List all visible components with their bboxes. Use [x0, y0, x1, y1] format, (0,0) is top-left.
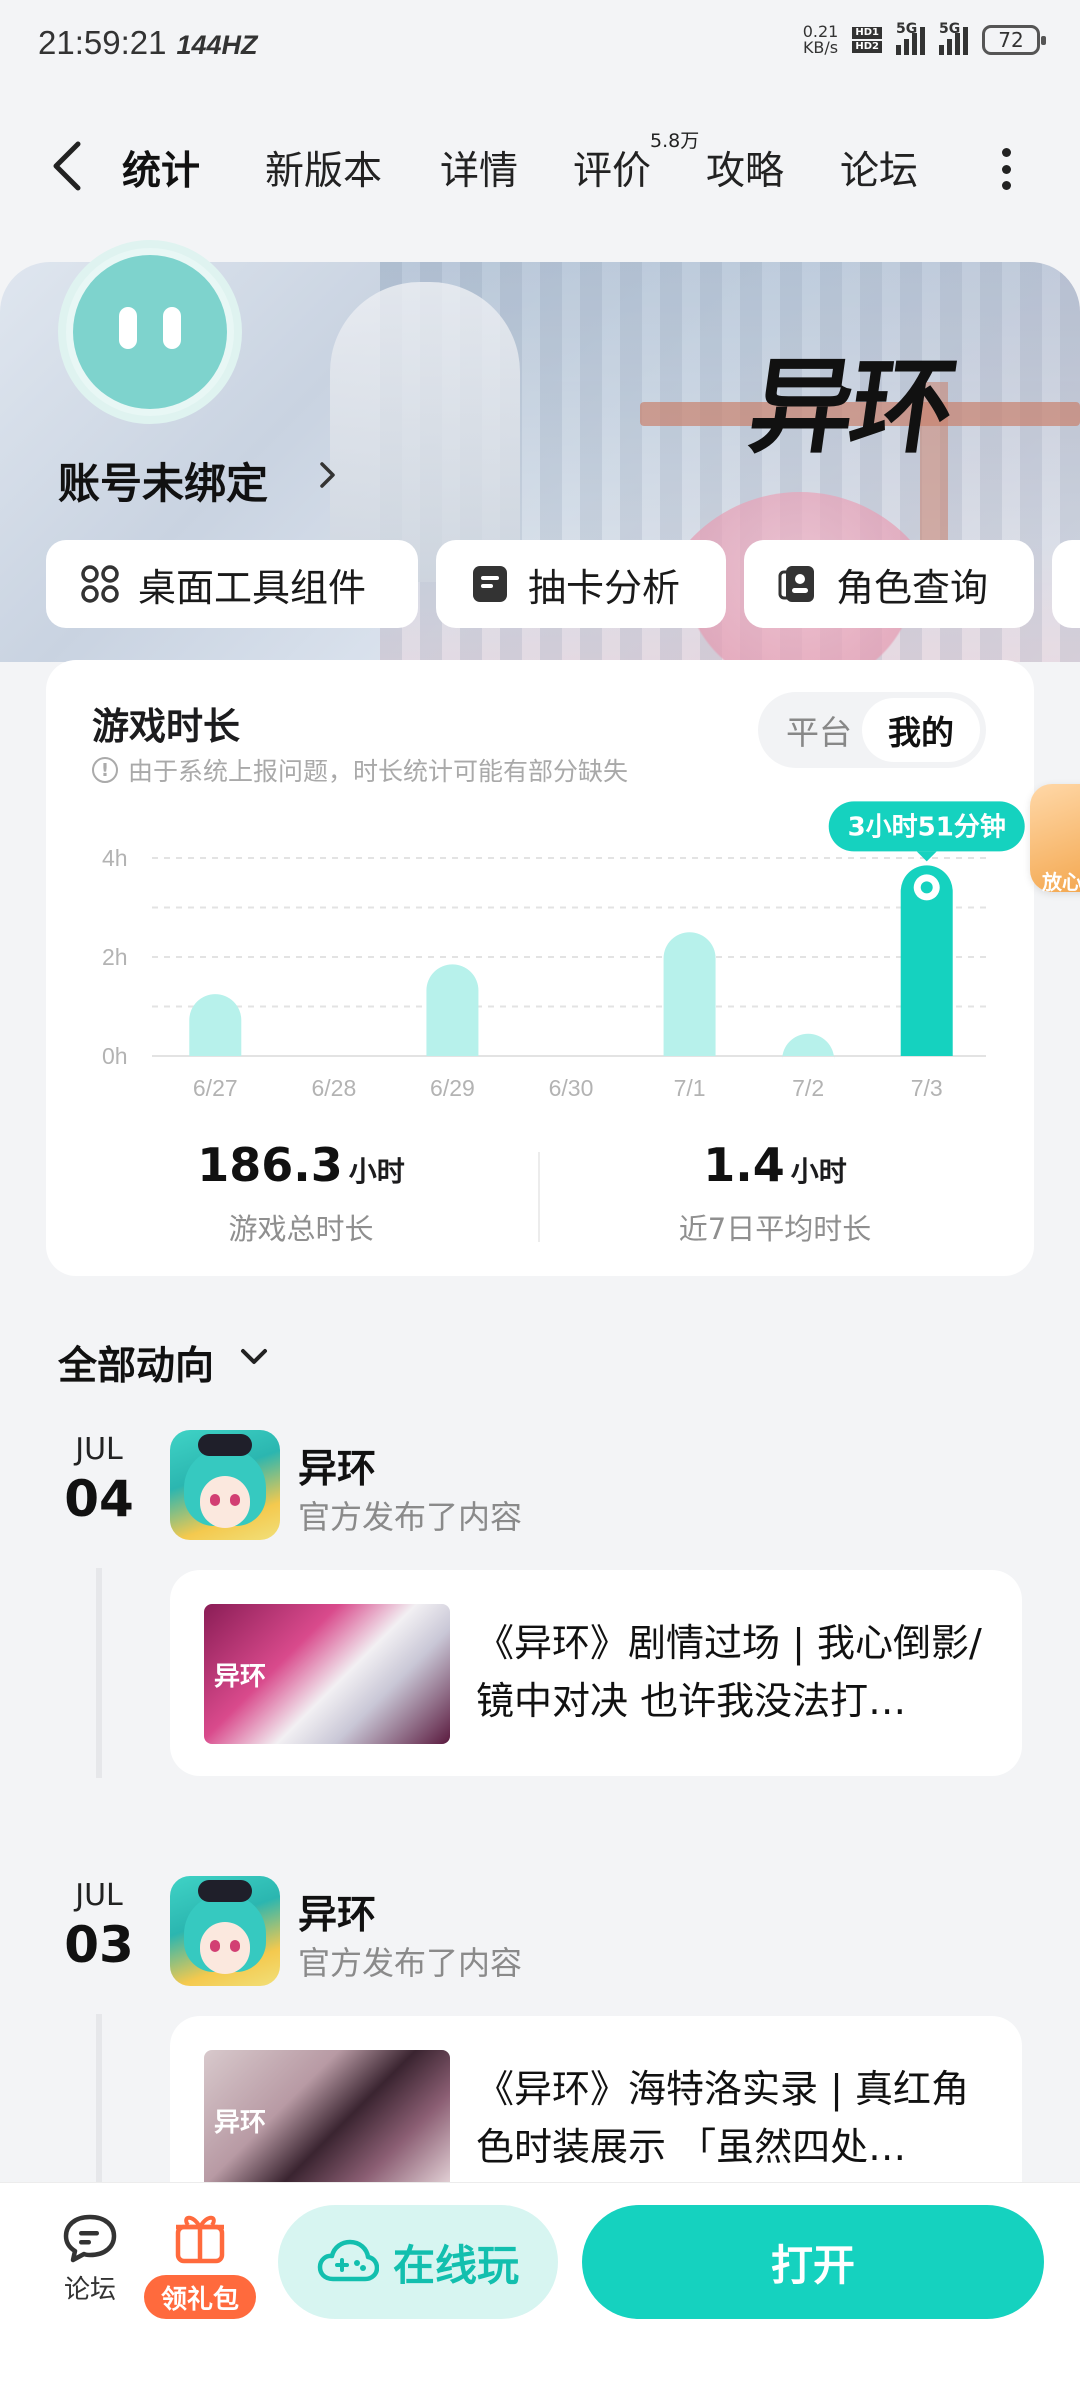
cloud-gamepad-icon	[317, 2239, 379, 2282]
x-tick-label: 6/30	[549, 1075, 594, 1101]
timeline-line	[96, 1568, 102, 1778]
reviews-count-badge: 5.8万	[650, 130, 700, 152]
y-tick-label: 0h	[102, 1043, 128, 1069]
open-game-button[interactable]: 打开	[582, 2205, 1044, 2319]
playtime-chart: 0h 2h 4h 6/27 6/28 6/29 6/30 7/1 7/2 7/3 3小时51分钟	[102, 801, 1025, 1101]
tab-stats[interactable]: 统计	[119, 140, 203, 198]
chart-bar	[189, 994, 242, 1056]
game-icon[interactable]	[170, 1876, 280, 1986]
hd-icon: HD1 HD2	[852, 27, 882, 53]
refresh-rate: 144HZ	[176, 30, 258, 60]
claim-gift-button[interactable]: 领礼包	[144, 2275, 256, 2319]
more-tools-card[interactable]	[1052, 540, 1080, 628]
status-time: 21:59:21 144HZ	[38, 24, 258, 61]
x-tick-label: 7/2	[792, 1075, 824, 1101]
game-name[interactable]: 异环	[298, 1884, 376, 1940]
chevron-right-icon[interactable]	[318, 458, 338, 492]
game-logo: 异环	[742, 345, 960, 468]
y-tick-label: 2h	[102, 944, 128, 970]
playtime-card: 游戏时长 ! 由于系统上报问题，时长统计可能有部分缺失 平台 我的 0h 2h 4h 6…	[46, 660, 1034, 1276]
feed-month: JUL	[75, 1878, 123, 1913]
cloud-play-button[interactable]: 在线玩	[278, 2205, 558, 2319]
x-tick-label: 6/27	[193, 1075, 238, 1101]
x-tick-label: 7/3	[911, 1075, 943, 1101]
post-title: 《异环》剧情过场 | 我心倒影/镜中对决 也许我没法打…	[476, 1621, 982, 1723]
document-icon	[473, 566, 507, 602]
floating-side-widget[interactable]: 放心	[1030, 784, 1080, 894]
forum-button[interactable]: 论坛	[50, 2211, 130, 2306]
feed-action: 官方发布了内容	[298, 1944, 523, 1982]
feed-action: 官方发布了内容	[298, 1498, 523, 1536]
character-lookup-button[interactable]: 角色查询	[744, 540, 1034, 628]
avatar[interactable]	[58, 240, 242, 424]
chart-tooltip-text: 3小时51分钟	[848, 811, 1006, 842]
tool-label: 角色查询	[836, 565, 989, 610]
x-tick-label: 6/29	[430, 1075, 475, 1101]
feed-month: JUL	[75, 1432, 123, 1467]
signal-icon-2: 5G	[939, 21, 968, 55]
game-name[interactable]: 异环	[298, 1438, 376, 1494]
x-tick-label: 6/28	[311, 1075, 356, 1101]
feed-day: 04	[64, 1470, 134, 1528]
widgets-icon	[81, 565, 119, 603]
chart-bar	[426, 964, 479, 1056]
chevron-down-icon[interactable]	[238, 1344, 270, 1370]
more-menu-icon[interactable]	[1000, 148, 1012, 190]
chart-bar	[663, 932, 716, 1056]
desktop-widget-button[interactable]: 桌面工具组件	[46, 540, 418, 628]
timeline-line	[96, 2014, 102, 2194]
network-speed: 0.21 KB/s	[802, 22, 839, 57]
avg-playtime: 1.4 小时 近7日平均时长	[678, 1138, 872, 1246]
feed-filter[interactable]: 全部动向	[58, 1335, 214, 1391]
banner-character	[330, 282, 520, 582]
chat-bubble-icon	[63, 2214, 117, 2263]
signal-icon: 5G	[896, 21, 925, 55]
id-card-icon	[778, 566, 814, 602]
y-tick-label: 4h	[102, 845, 128, 871]
post-title: 《异环》海特洛实录 | 真红角色时装展示 「虽然四处…	[476, 2067, 969, 2169]
tab-reviews[interactable]: 评价	[573, 140, 651, 196]
tab-guides[interactable]: 攻略	[706, 140, 784, 196]
back-arrow-icon[interactable]	[44, 136, 94, 196]
battery-icon: 72	[982, 25, 1046, 55]
bar-marker-dot	[920, 881, 933, 894]
total-playtime: 186.3 小时 游戏总时长	[197, 1138, 405, 1246]
tab-new-version[interactable]: 新版本	[265, 140, 382, 196]
top-nav: 统计 新版本 详情 评价 5.8万 攻略 论坛	[0, 110, 1080, 220]
feed-day: 03	[64, 1916, 134, 1974]
tab-details[interactable]: 详情	[440, 140, 518, 196]
status-bar: 21:59:21 144HZ 0.21 KB/s HD1 HD2 5G 5G 72	[0, 0, 1080, 90]
x-tick-label: 7/1	[674, 1075, 706, 1101]
bottom-action-bar: 论坛 领礼包 在线玩 打开	[0, 2182, 1080, 2387]
tooltip-pointer	[916, 851, 937, 862]
post-thumbnail: 异环	[204, 1604, 450, 1744]
feed-post-card[interactable]: 异环 《异环》剧情过场 | 我心倒影/镜中对决 也许我没法打…	[170, 1570, 1022, 1776]
account-binding-label[interactable]: 账号未绑定	[58, 450, 268, 511]
tool-label: 抽卡分析	[528, 565, 681, 610]
gacha-analysis-button[interactable]: 抽卡分析	[436, 540, 726, 628]
tool-label: 桌面工具组件	[138, 565, 367, 610]
gift-icon[interactable]	[170, 2207, 230, 2267]
tab-forum[interactable]: 论坛	[840, 140, 918, 196]
game-icon[interactable]	[170, 1430, 280, 1540]
stat-divider	[538, 1152, 540, 1242]
chart-bar	[782, 1033, 835, 1060]
post-thumbnail: 异环	[204, 2050, 450, 2190]
